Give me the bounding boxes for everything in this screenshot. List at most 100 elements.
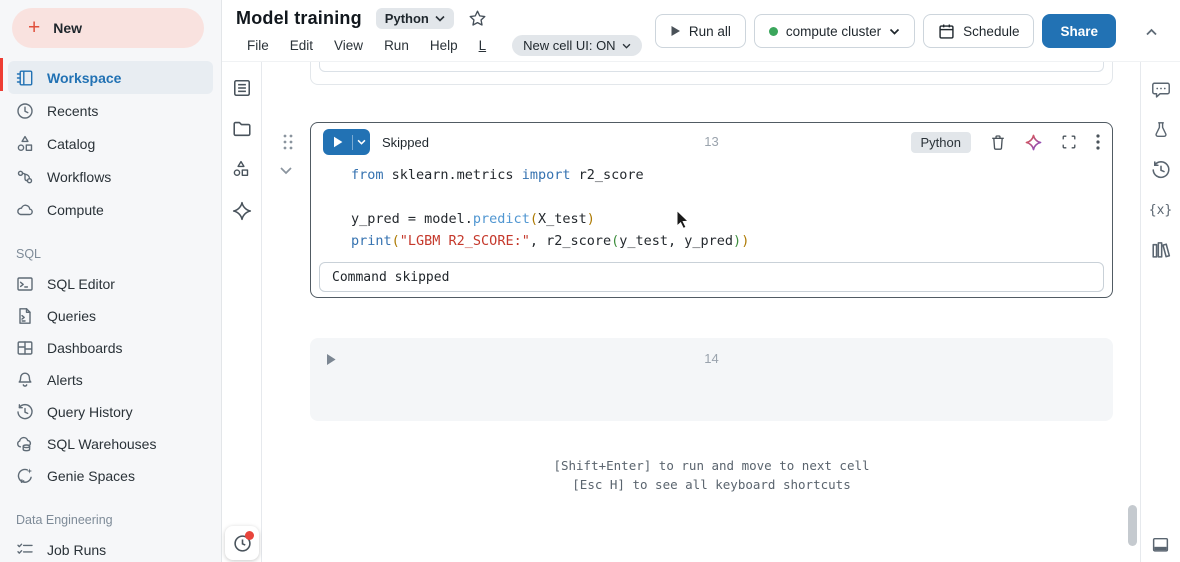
expand-cell-icon[interactable] <box>1061 134 1077 150</box>
section-title: SQL <box>16 247 42 261</box>
menu-help[interactable]: Help <box>430 38 458 53</box>
active-item-indicator <box>0 58 3 91</box>
assistant-sparkle-icon[interactable] <box>232 201 252 221</box>
workflows-icon <box>16 168 34 186</box>
cell-language-pill[interactable]: Python <box>910 131 971 153</box>
keyboard-hints: [Shift+Enter] to run and move to next ce… <box>310 456 1113 494</box>
catalog-icon <box>16 135 34 153</box>
sidebar-item-job-runs[interactable]: Job Runs <box>8 534 213 562</box>
right-rail: {x} <box>1140 62 1180 562</box>
recents-clock-icon <box>16 102 34 120</box>
share-button[interactable]: Share <box>1042 14 1116 48</box>
previous-cell-output-partial <box>319 62 1104 72</box>
favorite-star-icon[interactable] <box>468 9 487 28</box>
variables-icon[interactable]: {x} <box>1149 200 1172 220</box>
content-row: Skipped 13 Python from sklearn.metrics i… <box>222 62 1180 562</box>
left-icon-strip <box>222 62 262 562</box>
new-cell-ui-label: New cell UI: ON <box>523 38 616 53</box>
notebook-scrollbar-thumb[interactable] <box>1128 505 1137 546</box>
notebook-canvas: Skipped 13 Python from sklearn.metrics i… <box>262 62 1140 562</box>
version-history-icon[interactable] <box>1151 160 1171 180</box>
code-line[interactable]: from sklearn.metrics import r2_score <box>351 164 1112 186</box>
chevron-down-icon <box>890 28 900 35</box>
sidebar-item-recents[interactable]: Recents <box>8 94 213 127</box>
sidebar-sections: SQL SQL Editor Queries Dashboards Alerts Quer… <box>0 247 221 562</box>
sidebar-item-dashboards[interactable]: Dashboards <box>8 332 213 364</box>
hint-line: [Shift+Enter] to run and move to next ce… <box>553 458 870 473</box>
sidebar-section-data-engineering: Data Engineering Job Runs <box>0 513 221 562</box>
sidebar-main-nav: Workspace Recents Catalog Workflows Compute <box>0 61 221 226</box>
sidebar-item-sql-warehouses[interactable]: SQL Warehouses <box>8 428 213 460</box>
code-line[interactable] <box>351 186 1112 208</box>
menu-view[interactable]: View <box>334 38 363 53</box>
sidebar-item-label: Workspace <box>47 69 122 86</box>
scheduled-runs-button[interactable] <box>225 526 259 560</box>
menu-l[interactable]: L <box>479 38 487 53</box>
sql-editor-icon <box>16 275 34 293</box>
menu-file[interactable]: File <box>247 38 269 53</box>
share-label: Share <box>1060 23 1098 39</box>
run-all-label: Run all <box>688 23 731 39</box>
sidebar-item-sql-editor[interactable]: SQL Editor <box>8 268 213 300</box>
run-all-button[interactable]: Run all <box>654 14 746 48</box>
sidebar-item-compute[interactable]: Compute <box>8 193 213 226</box>
cell-collapse-chevron-icon[interactable] <box>279 162 293 180</box>
new-button[interactable]: + New <box>12 8 204 48</box>
app-window: + New Workspace Recents Catalog Workflows Co… <box>0 0 1180 562</box>
cell-output: Command skipped <box>319 262 1104 292</box>
run-cell-button[interactable] <box>323 129 370 155</box>
folder-icon[interactable] <box>232 119 252 139</box>
sidebar-item-label: Catalog <box>47 135 96 152</box>
menu-edit[interactable]: Edit <box>290 38 313 53</box>
notebook-cell-14[interactable]: 14 <box>310 338 1113 421</box>
sql-warehouses-icon <box>16 435 34 453</box>
sidebar-item-catalog[interactable]: Catalog <box>8 127 213 160</box>
cell-status: Skipped <box>382 134 429 150</box>
assistant-sparkle-icon[interactable] <box>1025 134 1042 151</box>
code-line[interactable]: print("LGBM R2_SCORE:", r2_score(y_test,… <box>351 230 1112 252</box>
comments-icon[interactable] <box>1151 80 1171 100</box>
cell-drag-handle[interactable] <box>281 133 295 156</box>
sidebar-item-label: Dashboards <box>47 340 123 356</box>
previous-cell-partial <box>310 62 1113 85</box>
notification-dot <box>245 531 254 540</box>
schedule-button[interactable]: Schedule <box>923 14 1035 48</box>
compute-cluster-selector[interactable]: compute cluster <box>753 14 916 48</box>
sidebar-item-label: Queries <box>47 308 97 324</box>
menu-run[interactable]: Run <box>384 38 409 53</box>
chevron-down-icon <box>435 15 445 22</box>
header-actions: Run all compute cluster Schedule Share <box>654 14 1116 48</box>
experiments-icon[interactable] <box>1151 120 1171 140</box>
cluster-label: compute cluster <box>785 23 882 39</box>
sidebar-item-label: Compute <box>47 201 104 218</box>
bottom-panel-icon[interactable] <box>1151 534 1171 554</box>
queries-icon <box>16 307 34 325</box>
sidebar-item-label: Job Runs <box>47 542 107 558</box>
sidebar-item-alerts[interactable]: Alerts <box>8 364 213 396</box>
run-options-chevron-icon[interactable] <box>353 139 370 145</box>
alerts-bell-icon <box>16 371 34 389</box>
sidebar-item-queries[interactable]: Queries <box>8 300 213 332</box>
sidebar-item-genie-spaces[interactable]: Genie Spaces <box>8 460 213 492</box>
sidebar-item-workflows[interactable]: Workflows <box>8 160 213 193</box>
sidebar-item-label: Query History <box>47 404 133 420</box>
sidebar-item-workspace[interactable]: Workspace <box>8 61 213 94</box>
catalog-icon[interactable] <box>232 160 252 180</box>
cell-code[interactable]: from sklearn.metrics import r2_score y_p… <box>311 159 1112 252</box>
new-button-label: New <box>53 20 83 36</box>
sidebar-item-label: Recents <box>47 102 99 119</box>
new-cell-ui-toggle[interactable]: New cell UI: ON <box>512 35 642 56</box>
play-icon <box>323 136 352 148</box>
play-icon[interactable] <box>326 353 336 371</box>
left-icon-strip-nav <box>222 62 261 221</box>
libraries-icon[interactable] <box>1151 240 1171 260</box>
code-line[interactable]: y_pred = model.predict(X_test) <box>351 208 1112 230</box>
delete-cell-trash-icon[interactable] <box>990 134 1006 151</box>
notebook-language-selector[interactable]: Python <box>375 8 454 29</box>
table-of-contents-icon[interactable] <box>232 78 252 98</box>
cell-kebab-menu-icon[interactable] <box>1096 134 1100 150</box>
notebook-cell-13[interactable]: Skipped 13 Python from sklearn.metrics i… <box>310 122 1113 298</box>
collapse-header-chevron-up-icon[interactable] <box>1145 24 1158 42</box>
sidebar-item-query-history[interactable]: Query History <box>8 396 213 428</box>
sidebar-item-label: Workflows <box>47 168 112 185</box>
